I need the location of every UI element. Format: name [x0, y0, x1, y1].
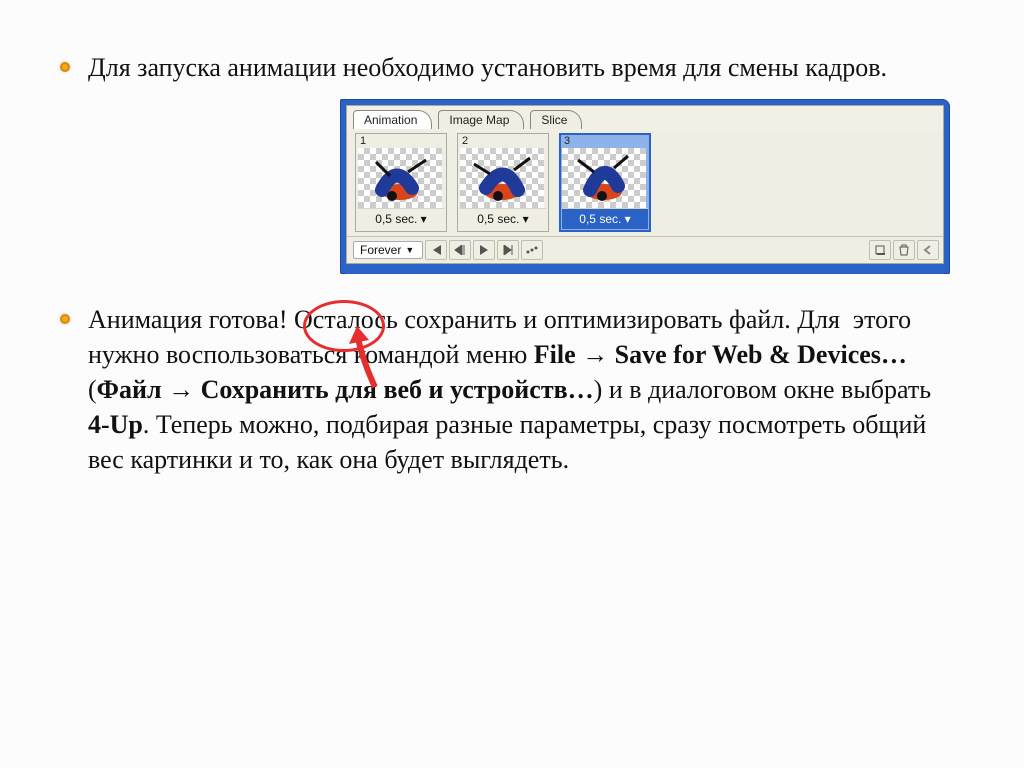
tab-animation[interactable]: Animation [353, 110, 432, 129]
loop-selector[interactable]: Forever▼ [353, 241, 423, 259]
tab-image-map[interactable]: Image Map [438, 110, 524, 129]
next-frame-button[interactable] [497, 240, 519, 260]
frame-number: 3 [562, 136, 648, 148]
tab-slice[interactable]: Slice [530, 110, 582, 129]
scroll-left-icon[interactable] [917, 240, 939, 260]
frame-delay[interactable]: 0,5 sec. ▾ [358, 208, 444, 229]
frame-delay[interactable]: 0,5 sec. ▾ [562, 208, 648, 229]
new-frame-button[interactable] [869, 240, 891, 260]
play-button[interactable] [473, 240, 495, 260]
frame-number: 1 [358, 136, 444, 148]
prev-frame-button[interactable] [449, 240, 471, 260]
bullet-2-text: Анимация готова! Осталось сохранить и оп… [88, 302, 948, 477]
frame-delay[interactable]: 0,5 sec. ▾ [460, 208, 546, 229]
delete-frame-button[interactable] [893, 240, 915, 260]
frame-2[interactable]: 2 0,5 sec. ▾ [457, 133, 549, 232]
frame-thumbnail [358, 148, 442, 208]
frame-thumbnail [460, 148, 544, 208]
frame-3[interactable]: 3 0,5 sec. ▾ [559, 133, 651, 232]
frame-thumbnail [562, 148, 646, 208]
bullet-1-text: Для запуска анимации необходимо установи… [88, 50, 887, 85]
tween-button[interactable] [521, 240, 543, 260]
animation-panel-window: Animation Image Map Slice 1 [340, 99, 950, 274]
bullet-dot [60, 314, 70, 324]
frame-1[interactable]: 1 0,5 sec. ▾ [355, 133, 447, 232]
bullet-dot [60, 62, 70, 72]
frame-number: 2 [460, 136, 546, 148]
first-frame-button[interactable] [425, 240, 447, 260]
